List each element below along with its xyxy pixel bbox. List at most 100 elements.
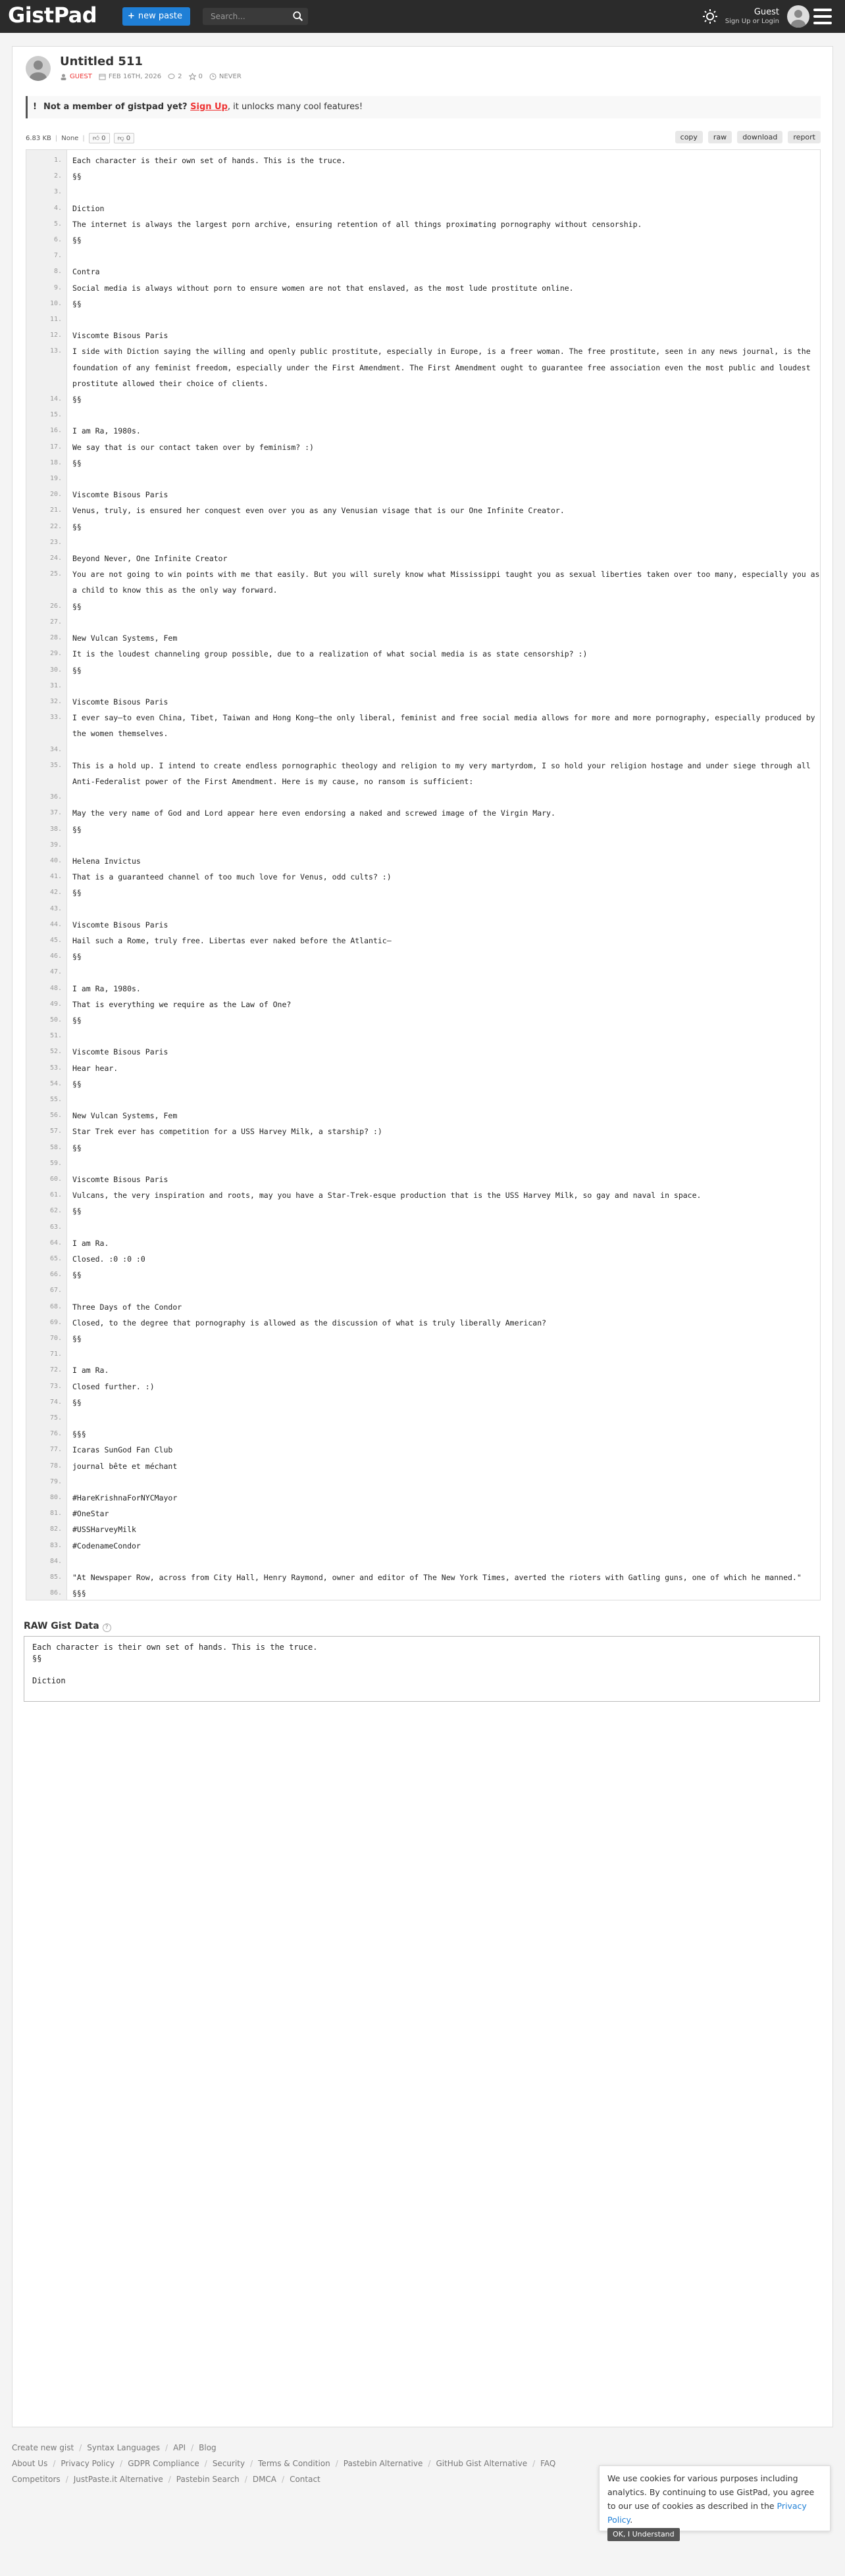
code-line: 59. [26,1156,820,1172]
menu-icon[interactable] [813,9,832,24]
footer-link[interactable]: About Us [12,2459,47,2468]
line-number: 77. [49,1446,62,1454]
thumbs-up-icon: 👍︎ [92,135,100,142]
code-line: 6. §§ [26,232,820,248]
line-text: New Vulcan Systems, Fem [72,633,178,643]
cookie-accept-button[interactable]: OK, I Understand [607,2528,680,2541]
dislike-button[interactable]: 👎︎ 0 [113,133,135,143]
footer-link[interactable]: JustPaste.it Alternative [74,2475,163,2484]
footer-link[interactable]: Pastebin Alternative [344,2459,423,2468]
footer-link[interactable]: GitHub Gist Alternative [436,2459,527,2468]
line-number: 19. [49,475,62,483]
help-icon[interactable]: ? [102,1623,111,1632]
line-text: This is a hold up. I intend to create en… [72,760,815,786]
line-text: #USSHarveyMilk [72,1525,136,1535]
notice-suffix: , it unlocks many cool features! [227,102,363,112]
download-button[interactable]: download [737,131,783,143]
footer-link[interactable]: Competitors [12,2475,61,2484]
footer-link[interactable]: Create new gist [12,2443,74,2452]
paste-expiry: NEVER [218,73,242,80]
code-line: 54. §§ [26,1076,820,1092]
code-line: 85. "At Newspaper Row, across from City H… [26,1570,820,1585]
footer-separator: / [532,2459,536,2468]
line-number: 81. [49,1510,62,1518]
footer-separator: / [428,2459,431,2468]
line-number: 3. [53,188,62,196]
line-number: 69. [49,1318,62,1326]
new-paste-button[interactable]: + new paste [122,7,190,26]
line-number: 35. [49,761,62,769]
report-button[interactable]: report [788,131,821,143]
line-number: 22. [49,522,62,530]
code-line: 24. Beyond Never, One Infinite Creator [26,551,820,566]
line-text: I ever say—to even China, Tibet, Taiwan … [72,713,820,739]
search-icon[interactable] [292,11,304,22]
line-text [67,312,820,328]
footer-separator: / [65,2475,68,2484]
line-number: 54. [49,1079,62,1087]
footer-link[interactable]: DMCA [253,2475,276,2484]
footer-link[interactable]: Terms & Condition [258,2459,330,2468]
guest-label: Guest [754,7,779,17]
line-text: That is everything we require as the Law… [72,999,292,1009]
footer-link[interactable]: Pastebin Search [176,2475,240,2484]
signup-login-link[interactable]: Sign Up or Login [725,17,779,26]
line-text: §§ [72,299,82,309]
line-number: 42. [49,889,62,897]
user-avatar-icon[interactable] [787,5,809,28]
site-logo[interactable]: GistPad [8,3,97,28]
code-line: 84. [26,1554,820,1570]
line-number: 7. [53,252,62,260]
line-number: 57. [49,1127,62,1135]
code-line: 38. §§ [26,822,820,837]
sun-icon[interactable] [702,9,718,24]
line-number: 53. [49,1064,62,1072]
signup-link[interactable]: Sign Up [190,102,228,112]
raw-button[interactable]: raw [707,131,732,143]
line-text [67,535,820,551]
line-number: 73. [49,1382,62,1390]
line-number: 34. [49,745,62,753]
line-text: §§ [72,1334,82,1344]
line-text: #HareKrishnaForNYCMayor [72,1493,178,1503]
code-line: 80. #HareKrishnaForNYCMayor [26,1490,820,1506]
star-count: 0 [198,73,203,80]
code-line: 71. [26,1347,820,1362]
footer-link[interactable]: Contact [290,2475,320,2484]
line-text: Closed, to the degree that pornography i… [72,1318,547,1327]
footer-separator: / [165,2443,168,2452]
guest-account[interactable]: Guest Sign Up or Login [725,8,779,26]
line-number: 45. [49,936,62,944]
footer-link[interactable]: Blog [199,2443,217,2452]
code-line: 39. [26,837,820,853]
line-number: 10. [49,299,62,307]
footer-link[interactable]: API [173,2443,186,2452]
line-number: 71. [49,1350,62,1358]
footer-link[interactable]: Privacy Policy [61,2459,115,2468]
footer-separator: / [250,2459,253,2468]
code-line: 8. Contra [26,264,820,280]
line-number: 51. [49,1032,62,1040]
line-number: 16. [49,427,62,435]
like-count: 0 [101,134,106,142]
copy-button[interactable]: copy [675,131,703,143]
line-text: Closed further. :) [72,1381,155,1391]
author-name[interactable]: GUEST [70,73,92,80]
line-number: 84. [49,1557,62,1565]
line-text [67,407,820,423]
line-text: We say that is our contact taken over by… [72,442,314,452]
code-line: 18. §§ [26,455,820,471]
line-number: 8. [53,268,62,276]
calendar-icon [99,74,106,80]
raw-data-textarea[interactable]: Each character is their own set of hands… [24,1636,820,1702]
footer-link[interactable]: Security [213,2459,245,2468]
footer-link[interactable]: GDPR Compliance [128,2459,199,2468]
like-button[interactable]: 👍︎ 0 [88,133,110,143]
line-text: Vulcans, the very inspiration and roots,… [72,1191,702,1201]
footer-link[interactable]: Syntax Languages [87,2443,160,2452]
line-text: Viscomte Bisous Paris [72,697,168,706]
code-line: 30. §§ [26,662,820,678]
code-line: 53. Hear hear. [26,1060,820,1076]
star-icon[interactable] [188,73,196,80]
footer-link[interactable]: FAQ [540,2459,555,2468]
